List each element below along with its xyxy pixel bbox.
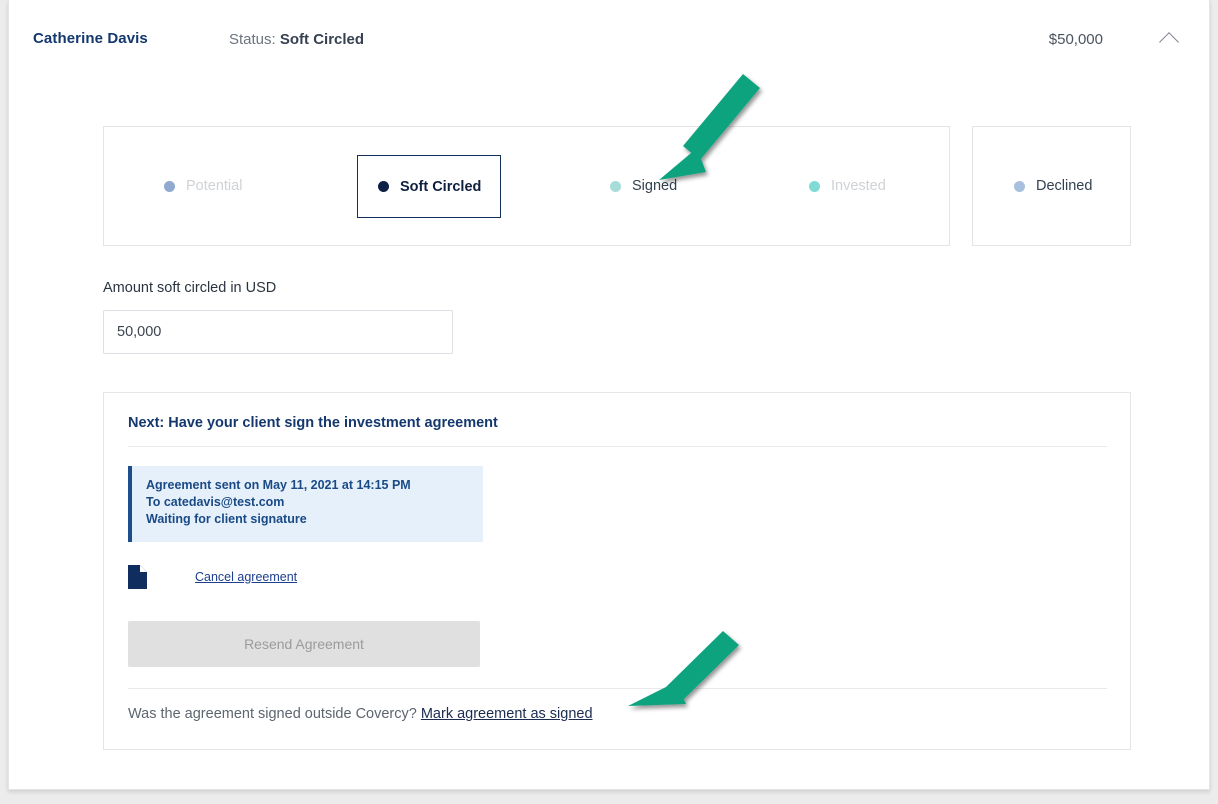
investment-amount-total: $50,000 [1048,31,1103,48]
card-header: Catherine Davis Status: Soft Circled $50… [9,0,1209,82]
stage-dot-invested [809,180,820,192]
signed-outside-row: Was the agreement signed outside Covercy… [128,706,593,722]
info-line-sent: Agreement sent on May 11, 2021 at 14:15 … [146,478,411,492]
stage-label-declined: Declined [1036,178,1093,194]
info-line-recipient: To catedavis@test.com [146,495,285,509]
stage-declined[interactable]: Declined [1014,178,1092,194]
resend-agreement-button[interactable]: Resend Agreement [128,621,480,667]
panel-divider-top [128,446,1107,447]
status-stepper: Potential Soft Circled Signed Invested D… [103,126,1131,246]
stage-dot-declined [1014,180,1025,192]
agreement-status-info-box: Agreement sent on May 11, 2021 at 14:15 … [128,466,483,542]
next-step-panel: Next: Have your client sign the investme… [103,392,1131,750]
mark-agreement-as-signed-link[interactable]: Mark agreement as signed [421,706,593,722]
stage-potential[interactable]: Potential [164,178,242,194]
stage-dot-potential [164,180,175,192]
stage-label-soft-circled: Soft Circled [400,178,482,195]
chevron-up-icon [1159,31,1179,52]
status-label: Status: [229,31,276,48]
stage-invested[interactable]: Invested [809,178,886,194]
investor-detail-card: Catherine Davis Status: Soft Circled $50… [8,0,1210,790]
status-line: Status: Soft Circled [229,31,364,48]
document-icon [128,565,147,589]
stage-declined-box: Declined [972,126,1131,246]
amount-block: Amount soft circled in USD [103,280,453,354]
stage-group-box: Potential Soft Circled Signed Invested [103,126,950,246]
signed-outside-question: Was the agreement signed outside Covercy… [128,706,417,722]
status-value: Soft Circled [279,31,365,48]
stage-dot-signed [610,180,621,192]
stage-label-potential: Potential [186,178,243,194]
stage-dot-soft-circled [378,181,389,192]
next-step-title: Next: Have your client sign the investme… [128,415,498,431]
amount-label: Amount soft circled in USD [103,280,277,296]
stage-label-signed: Signed [632,178,678,194]
panel-divider-bottom [128,688,1107,689]
stage-soft-circled[interactable]: Soft Circled [357,155,501,218]
cancel-agreement-row: Cancel agreement [128,565,297,589]
info-line-waiting: Waiting for client signature [146,512,307,526]
investor-name: Catherine Davis [33,30,148,47]
stage-label-invested: Invested [831,178,886,194]
stage-signed[interactable]: Signed [610,178,677,194]
collapse-toggle-button[interactable] [1152,22,1186,56]
amount-input[interactable] [103,310,453,354]
cancel-agreement-link[interactable]: Cancel agreement [195,570,297,584]
